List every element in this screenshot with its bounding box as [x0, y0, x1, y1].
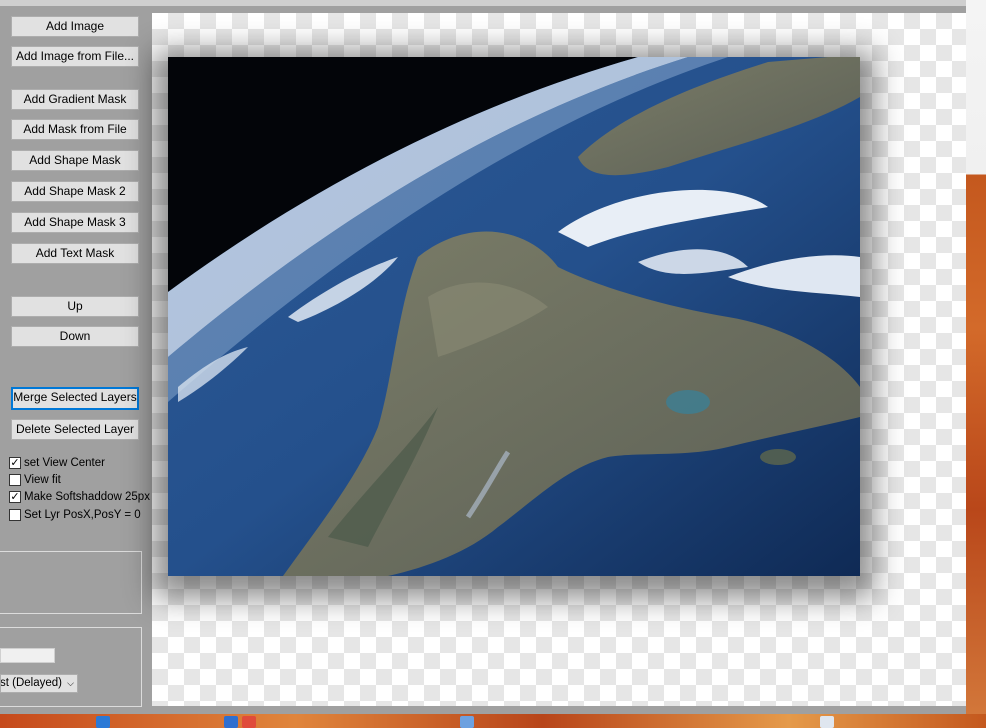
app-icon[interactable] [242, 716, 256, 728]
checkbox-checked-icon[interactable]: ✓ [9, 457, 21, 469]
app-window: Add Image Add Image from File... Add Gra… [0, 0, 986, 714]
checkbox-unchecked-icon[interactable] [9, 509, 21, 521]
set-view-center-checkbox[interactable]: ✓ set View Center [9, 455, 105, 471]
checkbox-unchecked-icon[interactable] [9, 474, 21, 486]
chevron-down-icon[interactable]: ⌵ [67, 675, 74, 692]
add-text-mask-button[interactable]: Add Text Mask [11, 243, 139, 264]
quality-select-value: st (Delayed) [0, 677, 62, 689]
earth-image-graphic [168, 57, 860, 576]
add-gradient-mask-button[interactable]: Add Gradient Mask [11, 89, 139, 110]
add-shape-mask-2-button[interactable]: Add Shape Mask 2 [11, 181, 139, 202]
add-image-from-file-button[interactable]: Add Image from File... [11, 46, 139, 67]
delete-selected-layer-button[interactable]: Delete Selected Layer [11, 419, 139, 440]
add-shape-mask-3-button[interactable]: Add Shape Mask 3 [11, 212, 139, 233]
quality-select[interactable]: st (Delayed) ⌵ [0, 674, 78, 693]
options-group-box [0, 551, 142, 614]
add-shape-mask-button[interactable]: Add Shape Mask [11, 150, 139, 171]
view-fit-label: View fit [24, 474, 61, 486]
app-icon[interactable] [96, 716, 110, 728]
title-strip [0, 0, 986, 6]
checkbox-checked-icon[interactable]: ✓ [9, 491, 21, 503]
app-icon[interactable] [820, 716, 834, 728]
earth-satellite-image[interactable] [168, 57, 860, 576]
make-softshadow-checkbox[interactable]: ✓ Make Softshaddow 25px [9, 489, 150, 505]
app-icon[interactable] [224, 716, 238, 728]
set-lyr-pos-checkbox[interactable]: Set Lyr PosX,PosY = 0 [9, 507, 141, 523]
layer-up-button[interactable]: Up [11, 296, 139, 317]
desktop-background [966, 0, 986, 728]
set-lyr-pos-label: Set Lyr PosX,PosY = 0 [24, 509, 141, 521]
view-fit-checkbox[interactable]: View fit [9, 472, 61, 488]
add-mask-from-file-button[interactable]: Add Mask from File [11, 119, 139, 140]
make-softshadow-label: Make Softshaddow 25px [24, 491, 150, 503]
settings-group-box [0, 627, 142, 707]
app-icon[interactable] [460, 716, 474, 728]
set-view-center-label: set View Center [24, 457, 105, 469]
add-image-button[interactable]: Add Image [11, 16, 139, 37]
value-input[interactable] [0, 648, 55, 663]
taskbar [0, 714, 986, 728]
merge-selected-layers-button[interactable]: Merge Selected Layers [11, 387, 139, 410]
layer-down-button[interactable]: Down [11, 326, 139, 347]
